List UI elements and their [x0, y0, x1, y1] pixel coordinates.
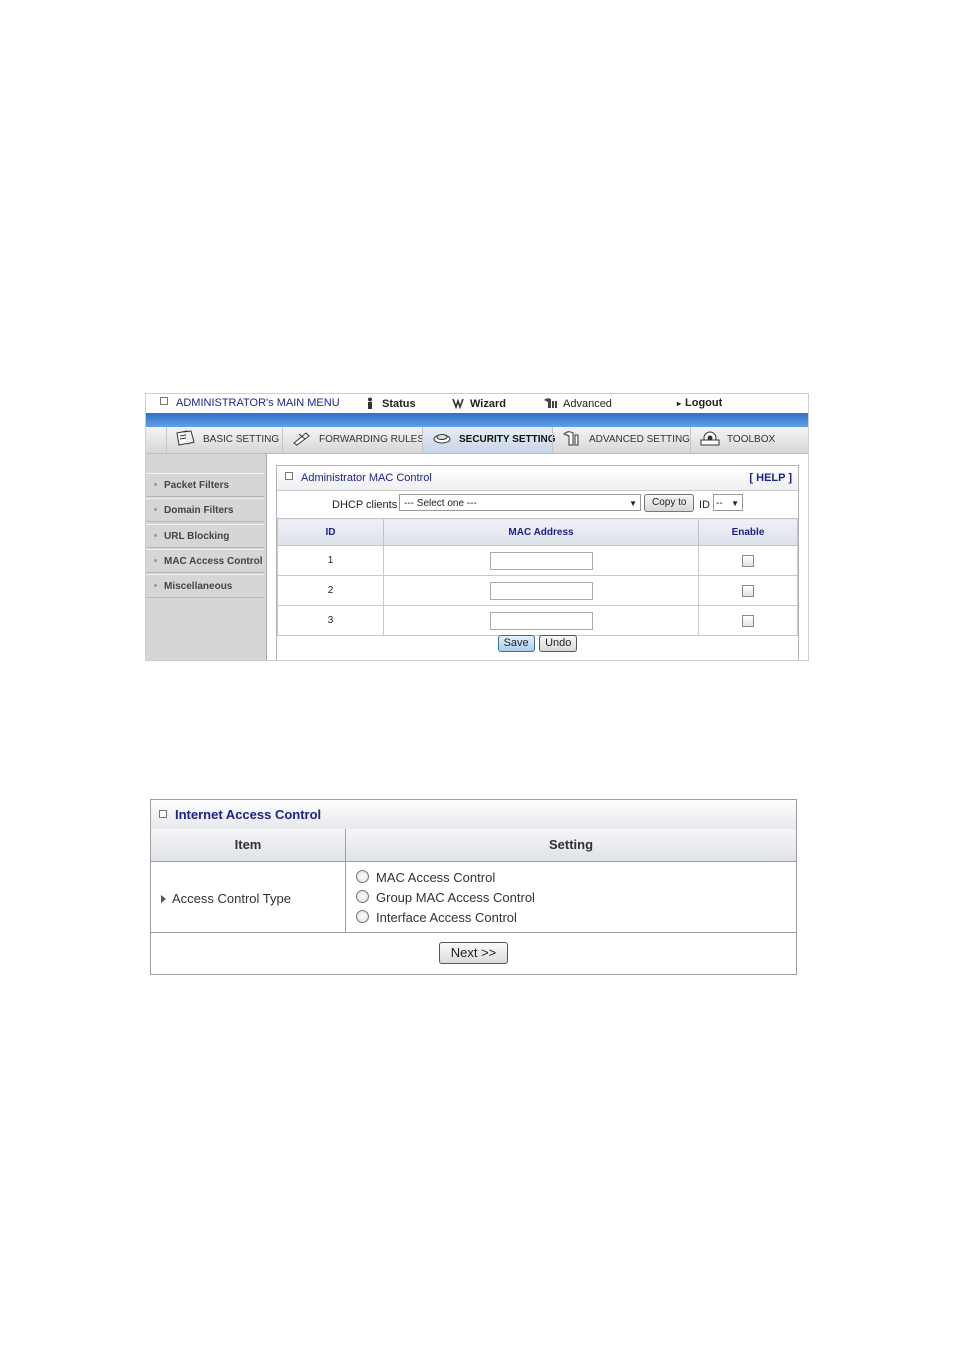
notebook-icon — [176, 430, 195, 446]
square-bullet-icon — [160, 397, 168, 405]
status-link[interactable]: Status — [364, 397, 416, 410]
table-header-row: Item Setting — [151, 829, 796, 862]
mac-table: ID MAC Address Enable 1 2 3 — [277, 518, 798, 636]
top-menu: ADMINISTRATOR's MAIN MENU Status Wizard … — [146, 394, 808, 413]
enable-checkbox[interactable] — [742, 554, 754, 567]
enable-checkbox[interactable] — [742, 614, 754, 627]
tab-advanced-setting[interactable]: ADVANCED SETTING — [552, 427, 690, 453]
bullet-icon — [154, 584, 157, 587]
table-row: 1 — [277, 545, 798, 576]
radio-group-mac-access-control[interactable]: Group MAC Access Control — [356, 890, 535, 905]
sidebar-item-domain-filters[interactable]: Domain Filters — [146, 498, 264, 522]
bullet-icon — [154, 534, 157, 537]
mac-address-input[interactable] — [489, 611, 593, 630]
tab-security-setting[interactable]: SECURITY SETTING — [422, 427, 556, 453]
header-bar — [146, 413, 808, 427]
copy-to-button[interactable]: Copy to — [644, 494, 695, 512]
next-button[interactable]: Next >> — [438, 942, 509, 964]
table-row: Access Control Type MAC Access Control G… — [151, 862, 796, 933]
mac-control-panel: Administrator MAC Control [ HELP ] DHCP … — [276, 465, 799, 660]
main-tabs: BASIC SETTING FORWARDING RULES SECURITY … — [146, 427, 808, 454]
internet-access-control-panel: Internet Access Control Item Setting Acc… — [150, 799, 797, 975]
tab-forwarding-rules[interactable]: FORWARDING RULES — [282, 427, 424, 453]
enable-cell — [698, 575, 798, 606]
row-id: 2 — [277, 575, 384, 606]
row-id: 3 — [277, 605, 384, 636]
dhcp-clients-label: DHCP clients — [332, 499, 398, 511]
column-header-setting: Setting — [548, 837, 594, 852]
wizard-icon — [452, 398, 464, 409]
radio-mac-access-control[interactable]: MAC Access Control — [356, 870, 495, 885]
save-button[interactable]: Save — [497, 635, 535, 652]
toolbox-icon — [700, 431, 720, 446]
panel-title: Administrator MAC Control — [285, 466, 432, 490]
panel-header: Internet Access Control — [151, 800, 796, 830]
advanced-link[interactable]: Advanced — [543, 397, 612, 410]
mac-cell — [383, 575, 699, 606]
radio-circle-icon — [356, 910, 369, 923]
mac-address-input[interactable] — [489, 581, 593, 600]
square-bullet-icon — [159, 810, 167, 818]
mac-cell — [383, 545, 699, 576]
logout-link[interactable]: ▸ Logout — [677, 397, 722, 409]
table-row: 2 — [277, 575, 798, 606]
undo-button[interactable]: Undo — [539, 635, 578, 652]
tab-basic-setting[interactable]: BASIC SETTING — [166, 427, 282, 453]
sidebar: Packet Filters Domain Filters URL Blocki… — [146, 454, 267, 660]
item-cell: Access Control Type — [151, 862, 346, 932]
mac-address-input[interactable] — [489, 551, 593, 570]
help-link[interactable]: [ HELP ] — [749, 466, 792, 490]
sidebar-item-miscellaneous[interactable]: Miscellaneous — [146, 574, 264, 598]
dropdown-arrow-icon: ▼ — [731, 499, 739, 508]
bullet-icon — [154, 483, 157, 486]
bullet-icon — [154, 508, 157, 511]
advanced-icon — [544, 398, 557, 408]
person-icon — [368, 397, 372, 409]
dropdown-arrow-icon: ▼ — [629, 499, 637, 508]
row-id: 1 — [277, 545, 384, 576]
enable-checkbox[interactable] — [742, 584, 754, 597]
column-header-enable: Enable — [698, 518, 798, 546]
table-row: 3 — [277, 605, 798, 636]
mac-cell — [383, 605, 699, 636]
wizard-link[interactable]: Wizard — [452, 397, 506, 410]
column-header-mac: MAC Address — [383, 518, 699, 546]
access-control-type-label: Access Control Type — [161, 891, 291, 906]
radio-circle-icon — [356, 890, 369, 903]
table-header-row: ID MAC Address Enable — [277, 518, 798, 546]
sidebar-item-url-blocking[interactable]: URL Blocking — [146, 524, 264, 548]
panel-title: Internet Access Control — [159, 800, 321, 829]
enable-cell — [698, 605, 798, 636]
column-header-id: ID — [277, 518, 384, 546]
sidebar-item-mac-access-control[interactable]: MAC Access Control — [146, 549, 264, 573]
square-bullet-icon — [285, 472, 293, 480]
id-label: ID — [699, 499, 710, 511]
pen-icon — [293, 432, 310, 446]
bullet-icon — [154, 559, 157, 562]
enable-cell — [698, 545, 798, 576]
tools-icon — [563, 431, 579, 446]
dhcp-row: DHCP clients --- Select one --- ▼ Copy t… — [277, 490, 798, 518]
main-menu-title: ADMINISTRATOR's MAIN MENU — [160, 397, 340, 409]
id-select[interactable]: -- ▼ — [713, 494, 743, 511]
lock-icon — [433, 434, 451, 444]
panel-header: Administrator MAC Control [ HELP ] — [277, 466, 798, 491]
dhcp-clients-select[interactable]: --- Select one --- ▼ — [399, 494, 641, 511]
radio-interface-access-control[interactable]: Interface Access Control — [356, 910, 517, 925]
sidebar-item-packet-filters[interactable]: Packet Filters — [146, 473, 264, 497]
action-bar: Save Undo — [277, 632, 798, 660]
triangle-right-icon — [161, 895, 166, 903]
action-bar: Next >> — [151, 933, 796, 975]
arrow-right-icon: ▸ — [677, 399, 682, 408]
tab-toolbox[interactable]: TOOLBOX — [690, 427, 780, 453]
column-header-item: Item — [151, 829, 346, 861]
router-admin-screenshot: ADMINISTRATOR's MAIN MENU Status Wizard … — [145, 393, 809, 661]
radio-circle-icon — [356, 870, 369, 883]
